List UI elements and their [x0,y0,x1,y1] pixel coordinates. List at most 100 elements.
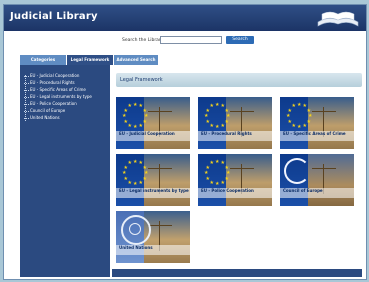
star-icon: ★ [204,170,209,176]
star-icon: ★ [127,103,132,110]
star-icon: ★ [215,181,220,187]
tile-caption-text: EU - Police Cooperation [201,188,254,193]
star-icon: ★ [133,102,138,108]
star-icon: ★ [224,118,229,125]
sidebar-item-label: Council of Europe [30,108,66,113]
app-window: Judicial Library Search the Library Sear… [3,4,367,280]
tile-caption: EU - Legal instruments by type [116,188,190,198]
tile-united-nations[interactable]: United Nations [116,211,190,263]
tile-caption: EU - Procedural Rights [198,131,272,141]
eu-stars-icon: ★ ★ ★ ★ ★ ★ ★ ★ ★ ★ ★ ★ [202,101,232,131]
sidebar-item-eu-specific-areas[interactable]: EU - Specific Areas of Crime [24,87,86,93]
star-icon: ★ [142,107,147,114]
star-icon: ★ [209,179,214,186]
star-icon: ★ [306,107,311,114]
sidebar-item-eu-judicial-cooperation[interactable]: EU - Judicial Cooperation [24,73,79,79]
star-icon: ★ [209,103,214,110]
star-icon: ★ [123,175,128,182]
tile-caption-text: Council of Europe [283,188,323,193]
star-icon: ★ [215,124,220,130]
star-icon: ★ [142,164,147,171]
tab-advanced-search[interactable]: Advanced Search [114,55,158,65]
footer-bar [112,269,362,277]
search-input[interactable] [160,36,222,44]
eu-stars-icon: ★ ★ ★ ★ ★ ★ ★ ★ ★ ★ ★ ★ [284,101,314,131]
star-icon: ★ [224,164,229,171]
sidebar-item-eu-procedural-rights[interactable]: EU - Procedural Rights [24,80,75,86]
sidebar-item-label: EU - Specific Areas of Crime [30,87,86,92]
sidebar-item-label: EU - Procedural Rights [30,80,75,85]
tile-caption-text: EU - Procedural Rights [201,131,252,136]
sidebar-item-label: EU - Judicial Cooperation [30,73,80,78]
star-icon: ★ [133,181,138,187]
tile-caption: United Nations [116,245,190,255]
search-bar: Search the Library Search [4,31,366,51]
star-icon: ★ [220,122,225,129]
sidebar-item-eu-legal-instruments[interactable]: EU - Legal instruments by type [24,94,92,100]
app-header: Judicial Library [4,5,366,31]
star-icon: ★ [122,113,127,119]
star-icon: ★ [142,118,147,125]
star-icon: ★ [220,179,225,186]
star-icon: ★ [204,113,209,119]
star-icon: ★ [133,159,138,165]
tab-legal-framework[interactable]: Legal Framework [67,55,113,65]
sidebar-item-label: United Nations [30,115,60,120]
tile-caption-text: United Nations [119,245,153,250]
star-icon: ★ [123,118,128,125]
council-of-europe-emblem-icon [284,158,310,184]
star-icon: ★ [122,170,127,176]
tile-caption-text: EU - Specific Areas of Crime [283,131,346,136]
star-icon: ★ [142,175,147,182]
star-icon: ★ [297,102,302,108]
tile-caption-text: EU - Legal instruments by type [119,188,189,193]
star-icon: ★ [205,118,210,125]
tile-caption: Council of Europe [280,188,354,198]
tile-caption-text: EU - Judicial Cooperation [119,131,175,136]
star-icon: ★ [286,113,291,119]
star-icon: ★ [127,179,132,186]
star-icon: ★ [297,124,302,130]
star-icon: ★ [291,103,296,110]
sidebar-item-eu-police-cooperation[interactable]: EU - Police Cooperation [24,101,77,107]
tile-caption: EU - Judicial Cooperation [116,131,190,141]
sidebar-item-united-nations[interactable]: United Nations [24,115,60,121]
eu-stars-icon: ★ ★ ★ ★ ★ ★ ★ ★ ★ ★ ★ ★ [120,158,150,188]
star-icon: ★ [224,175,229,182]
tile-eu-judicial-cooperation[interactable]: ★ ★ ★ ★ ★ ★ ★ ★ ★ ★ ★ ★ EU - Judicial Cooperation [116,97,190,149]
tile-caption: EU - Specific Areas of Crime [280,131,354,141]
star-icon: ★ [224,107,229,114]
tile-eu-legal-instruments-by-type[interactable]: ★ ★ ★ ★ ★ ★ ★ ★ ★ ★ ★ ★ EU - Legal instruments by t… [116,154,190,206]
tile-council-of-europe[interactable]: Council of Europe [280,154,354,206]
star-icon: ★ [287,118,292,125]
book-icon [317,11,359,27]
tile-eu-police-cooperation[interactable]: ★ ★ ★ ★ ★ ★ ★ ★ ★ ★ ★ ★ EU - Police Cooperation [198,154,272,206]
sidebar-item-label: EU - Police Cooperation [30,101,77,106]
star-icon: ★ [127,122,132,129]
star-icon: ★ [209,160,214,167]
tile-caption: EU - Police Cooperation [198,188,272,198]
search-button[interactable]: Search [226,36,254,44]
star-icon: ★ [133,124,138,130]
eu-stars-icon: ★ ★ ★ ★ ★ ★ ★ ★ ★ ★ ★ ★ [120,101,150,131]
star-icon: ★ [205,175,210,182]
tile-eu-procedural-rights[interactable]: ★ ★ ★ ★ ★ ★ ★ ★ ★ ★ ★ ★ EU - Procedural Rights [198,97,272,149]
star-icon: ★ [215,102,220,108]
star-icon: ★ [209,122,214,129]
tile-eu-specific-areas-of-crime[interactable]: ★ ★ ★ ★ ★ ★ ★ ★ ★ ★ ★ ★ EU - Specific Areas of Crim… [280,97,354,149]
search-label: Search the Library [122,38,164,43]
un-emblem-icon [121,215,151,245]
eu-stars-icon: ★ ★ ★ ★ ★ ★ ★ ★ ★ ★ ★ ★ [202,158,232,188]
sidebar-item-label: EU - Legal instruments by type [30,94,92,99]
star-icon: ★ [138,179,143,186]
app-title: Judicial Library [10,11,98,22]
star-icon: ★ [138,122,143,129]
star-icon: ★ [215,159,220,165]
star-icon: ★ [291,122,296,129]
section-header: Legal Framework [116,73,362,87]
star-icon: ★ [302,122,307,129]
star-icon: ★ [127,160,132,167]
tab-categories[interactable]: Categories [20,55,66,65]
sidebar-item-council-of-europe[interactable]: Council of Europe [24,108,65,114]
sidebar-tree: EU - Judicial Cooperation EU - Procedura… [20,65,110,277]
